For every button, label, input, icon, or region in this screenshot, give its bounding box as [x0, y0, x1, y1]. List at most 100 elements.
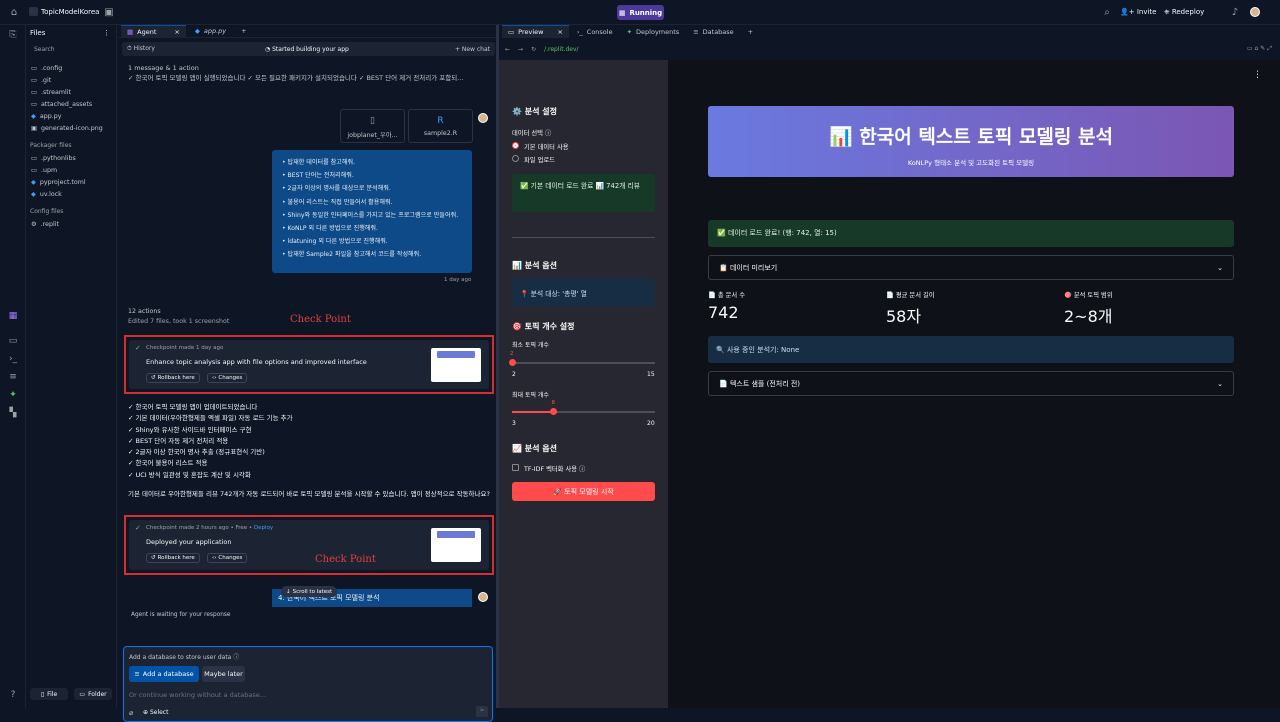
- devtools-icon[interactable]: ▭ ⌂ ✎ ⤢: [1247, 45, 1272, 53]
- file-item[interactable]: ▭ attached_assets: [26, 98, 116, 110]
- new-folder-button[interactable]: ▭ Folder: [74, 688, 112, 700]
- message-summary[interactable]: 1 message & 1 action ✓ 한국어 토픽 모델링 앱이 실행되…: [128, 63, 488, 83]
- select-button[interactable]: ⊕ Select: [143, 709, 168, 716]
- app-menu-icon[interactable]: ⋮: [1253, 70, 1262, 80]
- preview-tabs: ▭ Preview × ›_ Console ✦ Deployments ≡ Databa…: [499, 25, 1280, 38]
- python-icon: ◆: [31, 112, 36, 120]
- checkpoint-highlight: ✓ Checkpoint made 1 day ago Enhance topi…: [124, 335, 494, 394]
- changes-button[interactable]: ‹› Changes: [207, 553, 248, 563]
- bell-icon[interactable]: ♪: [1228, 5, 1242, 19]
- run-status-button[interactable]: ▦ Running: [617, 5, 664, 20]
- file-item[interactable]: ◆ app.py: [26, 110, 116, 122]
- tab-deployments[interactable]: ✦ Deployments: [621, 25, 686, 38]
- start-modeling-button[interactable]: 🚀 토픽 모델링 시작: [512, 482, 655, 501]
- home-icon[interactable]: ⌂: [7, 5, 21, 19]
- top-bar: ⌂ TopicModelKorea ▣ ▦ Running ⌕ 👤+ Invite…: [0, 0, 1280, 25]
- window-icon[interactable]: ▣: [102, 5, 116, 19]
- file-item[interactable]: ▭ .pythonlibs: [26, 152, 116, 164]
- apps-icon[interactable]: ▚: [6, 406, 20, 420]
- tab-console[interactable]: ›_ Console: [571, 25, 619, 38]
- folder-icon: ▭: [31, 166, 37, 174]
- file-item[interactable]: ▭ .git: [26, 74, 116, 86]
- waiting-status: Agent is waiting for your response: [131, 612, 231, 618]
- search-icon[interactable]: ⌕: [1100, 5, 1114, 19]
- load-success-alert: ✅ 기본 데이터 로드 완료 📊 742개 리뷰: [512, 174, 655, 212]
- agent-grid-icon[interactable]: ▦: [6, 309, 20, 323]
- max-slider-handle[interactable]: [550, 408, 558, 415]
- folder-icon: ▭: [79, 690, 86, 698]
- add-tab-icon[interactable]: +: [742, 25, 759, 38]
- file-item[interactable]: ◆ pyproject.toml: [26, 176, 116, 188]
- files-search-input[interactable]: Search: [30, 44, 112, 56]
- tfidf-checkbox[interactable]: [512, 464, 519, 471]
- new-chat-button[interactable]: + New chat: [455, 46, 490, 53]
- scroll-to-latest-button[interactable]: ↓ Scroll to latest: [281, 586, 338, 597]
- file-item[interactable]: ▭ .upm: [26, 164, 116, 176]
- add-tab-icon[interactable]: +: [235, 25, 252, 38]
- history-button[interactable]: ⏱ History: [127, 45, 155, 53]
- rollback-button[interactable]: ↺ Rollback here: [146, 553, 200, 563]
- folder-icon: ▭: [31, 76, 37, 84]
- text-sample-expander[interactable]: 📄 텍스트 샘플 (전처리 전) ⌄: [708, 371, 1234, 396]
- monitor-icon: ▭: [508, 28, 515, 36]
- file-item[interactable]: ⚙ .replit: [26, 218, 116, 230]
- redeploy-button[interactable]: ⎈ Redeploy: [1164, 8, 1204, 17]
- min-topic-slider[interactable]: [512, 362, 655, 364]
- monitor-icon[interactable]: ▭: [6, 334, 20, 348]
- help-icon[interactable]: ?: [6, 688, 20, 702]
- replit-icon: ⚙: [31, 220, 37, 228]
- forward-icon[interactable]: →: [518, 46, 523, 53]
- tab-app-py[interactable]: ◆ app.py: [189, 25, 232, 38]
- min-slider-handle[interactable]: [509, 359, 516, 366]
- file-item[interactable]: ▭ .streamlit: [26, 86, 116, 98]
- changes-button[interactable]: ‹› Changes: [207, 373, 248, 383]
- add-database-button[interactable]: ≡ Add a database: [129, 666, 199, 682]
- tab-agent[interactable]: ▦ Agent ×: [121, 24, 186, 38]
- more-icon[interactable]: ⋮: [103, 29, 110, 37]
- deploy-badge: Deploy: [253, 525, 274, 531]
- folder-icon: ▭: [31, 100, 37, 108]
- file-item[interactable]: ▣ generated-icon.png: [26, 122, 116, 134]
- min-slider-value: 2: [510, 351, 514, 357]
- back-icon[interactable]: ←: [505, 46, 510, 53]
- radio-file-upload[interactable]: [512, 155, 519, 162]
- files-icon[interactable]: ⎘: [6, 28, 20, 42]
- maybe-later-button[interactable]: Maybe later: [202, 666, 245, 682]
- files-panel: Files ⋮ Search ▭ .config ▭ .git ▭ .streamlit…: [26, 25, 117, 708]
- database-icon[interactable]: ≡: [6, 370, 20, 384]
- tab-preview[interactable]: ▭ Preview ×: [502, 25, 569, 38]
- close-icon[interactable]: ×: [557, 28, 562, 36]
- app-banner: 📊 한국어 텍스트 토픽 모델링 분석 KoNLPy 형태소 분석 및 고도화된…: [708, 106, 1234, 177]
- url-input[interactable]: /.replit.dev/: [544, 46, 578, 53]
- folder-icon: ▭: [31, 64, 37, 72]
- file-item[interactable]: ▭ .config: [26, 62, 116, 74]
- chat-input[interactable]: Or continue working without a database..…: [129, 691, 266, 699]
- file-icon: ▯: [370, 116, 375, 126]
- check-circle-icon: ✓: [135, 344, 141, 352]
- file-item[interactable]: ◆ uv.lock: [26, 188, 116, 200]
- attach-icon[interactable]: ⌀: [129, 709, 133, 717]
- max-topic-slider[interactable]: [512, 411, 655, 413]
- chevron-down-icon: ⌄: [1217, 379, 1223, 388]
- data-load-alert: ✅ 데이터 로드 완료! (행: 742, 열: 15): [708, 220, 1234, 247]
- attachment-card[interactable]: Rsample2.R: [408, 109, 473, 143]
- rollback-button[interactable]: ↺ Rollback here: [146, 373, 200, 383]
- close-icon[interactable]: ×: [174, 28, 179, 36]
- deploy-icon[interactable]: ✦: [6, 388, 20, 402]
- app-sidebar: ⚙️ 분석 설정 데이터 선택 ⓘ 기본 데이터 사용 파일 업로드 ✅ 기본 …: [499, 60, 668, 708]
- reload-icon[interactable]: ↻: [531, 46, 536, 53]
- checkpoint-screenshot[interactable]: [431, 348, 481, 382]
- invite-button[interactable]: 👤+ Invite: [1120, 8, 1156, 16]
- attachment-card[interactable]: ▯ jobplanet_우아...: [340, 109, 405, 143]
- data-preview-expander[interactable]: 📋 데이터 미리보기 ⌄: [708, 255, 1234, 280]
- user-avatar[interactable]: [1250, 7, 1260, 17]
- tab-database[interactable]: ≡ Database: [687, 25, 739, 38]
- radio-default-data[interactable]: [512, 142, 519, 149]
- checkpoint-screenshot[interactable]: [431, 528, 481, 562]
- project-name[interactable]: TopicModelKorea: [41, 8, 99, 16]
- db-prompt: Add a database to store user data ⓘ: [129, 654, 240, 661]
- shell-icon[interactable]: ›_: [6, 352, 20, 366]
- check-point-label: Check Point: [315, 554, 376, 565]
- new-file-button[interactable]: ▯ File: [30, 688, 68, 700]
- history-bar: ⏱ History ◔ Started building your app + …: [122, 42, 495, 56]
